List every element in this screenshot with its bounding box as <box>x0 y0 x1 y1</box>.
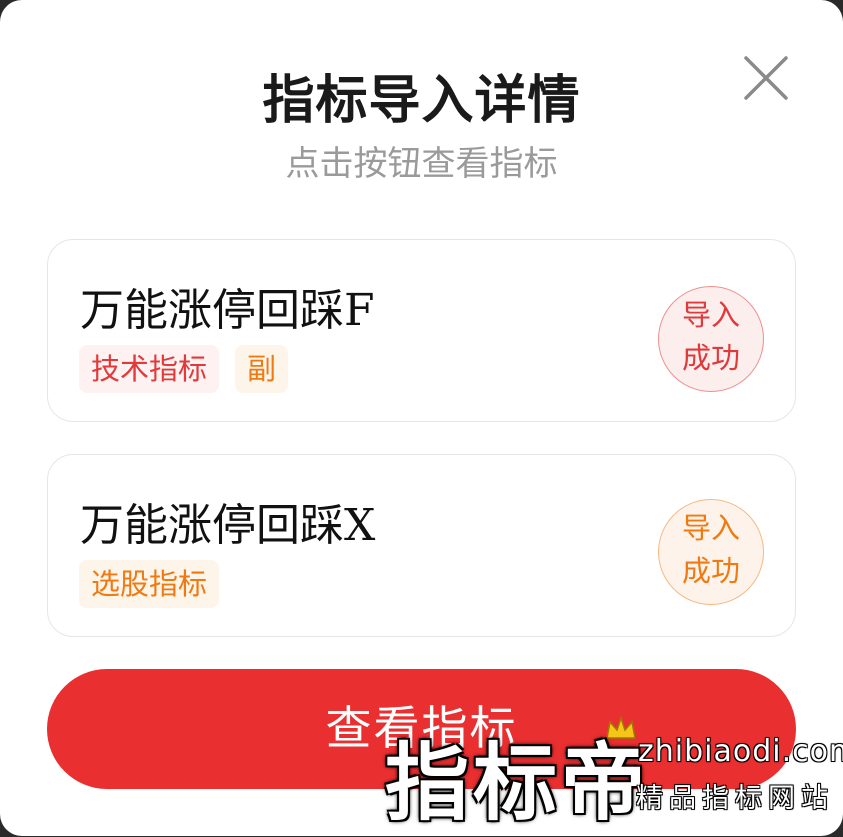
import-success-stamp: 导入 成功 <box>658 286 764 392</box>
close-icon[interactable] <box>740 52 792 104</box>
dialog-title: 指标导入详情 <box>262 71 581 131</box>
indicator-name: 万能涨停回踩F <box>80 285 375 336</box>
indicator-card-1: 万能涨停回踩F 技术指标 副 导入 成功 <box>47 239 796 422</box>
tag-technical: 技术指标 <box>79 345 220 393</box>
indicator-card-2: 万能涨停回踩X 选股指标 导入 成功 <box>47 454 796 637</box>
tag-sub: 副 <box>235 345 289 393</box>
stamp-line-1: 导入 <box>681 511 740 545</box>
import-detail-dialog: 指标导入详情 点击按钮查看指标 万能涨停回踩F 技术指标 副 导入 成功 万能涨… <box>0 0 843 836</box>
watermark-slogan: 精品指标网站 <box>636 783 834 814</box>
dialog-subtitle: 点击按钮查看指标 <box>285 144 558 184</box>
stamp-line-1: 导入 <box>681 298 740 332</box>
watermark-url: zhibiaodi.com <box>638 734 843 769</box>
indicator-tags: 技术指标 副 <box>79 345 289 393</box>
import-success-stamp: 导入 成功 <box>658 499 764 605</box>
tag-stock-pick: 选股指标 <box>79 560 220 608</box>
stamp-line-2: 成功 <box>681 341 740 375</box>
indicator-tags: 选股指标 <box>79 560 220 608</box>
stamp-line-2: 成功 <box>681 554 740 588</box>
watermark-brand: 指标帝 <box>385 734 650 832</box>
indicator-name: 万能涨停回踩X <box>80 500 376 551</box>
